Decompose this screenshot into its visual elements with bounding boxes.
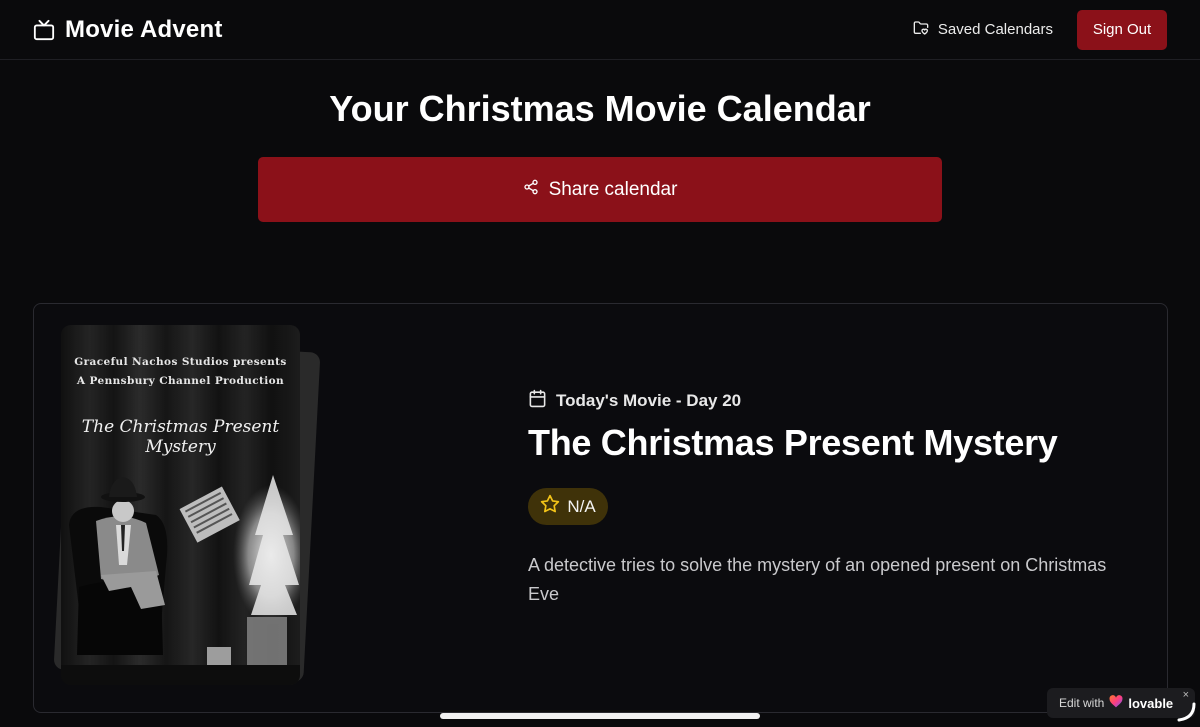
rating-badge: N/A [528,488,608,525]
movie-poster[interactable]: Graceful Nachos Studios presents A Penns… [61,325,300,685]
movie-title: The Christmas Present Mystery [528,422,1058,463]
heart-icon [1109,695,1123,711]
edit-with-lovable-badge[interactable]: Edit with lovable × [1047,688,1195,718]
rating-value: N/A [567,496,596,516]
folder-heart-icon [913,20,929,40]
share-icon [523,179,539,201]
movie-description: A detective tries to solve the mystery o… [528,555,1107,604]
badge-prefix: Edit with [1059,696,1105,710]
calendar-icon [528,389,547,413]
share-calendar-button[interactable]: Share calendar [258,157,942,222]
todays-movie-label: Today's Movie - Day 20 [528,389,741,413]
brand[interactable]: Movie Advent [33,16,223,44]
sign-out-button[interactable]: Sign Out [1077,9,1167,50]
top-actions: Saved Calendars Sign Out [913,9,1167,50]
top-bar: Movie Advent Saved Calendars Sign Out [0,0,1200,60]
movie-card: Graceful Nachos Studios presents A Penns… [33,303,1168,713]
brand-name: Movie Advent [65,15,223,43]
saved-calendars-label: Saved Calendars [937,21,1053,38]
home-indicator[interactable] [440,713,760,719]
badge-brand: lovable [1128,695,1174,711]
share-calendar-label: Share calendar [548,178,678,200]
poster-title: The Christmas Present Mystery [81,417,280,457]
app-page: Movie Advent Saved Calendars Sign Out Yo… [0,0,1200,727]
poster-credit-line-2: A Pennsbury Channel Production [76,375,285,387]
tv-icon [33,19,55,41]
day-label-text: Today's Movie - Day 20 [556,391,742,410]
corner-curve [1177,702,1196,722]
page-title: Your Christmas Movie Calendar [329,88,871,129]
saved-calendars-link[interactable]: Saved Calendars [913,20,1053,40]
star-icon [540,494,560,519]
poster-credit-line-1: Graceful Nachos Studios presents [74,356,287,368]
